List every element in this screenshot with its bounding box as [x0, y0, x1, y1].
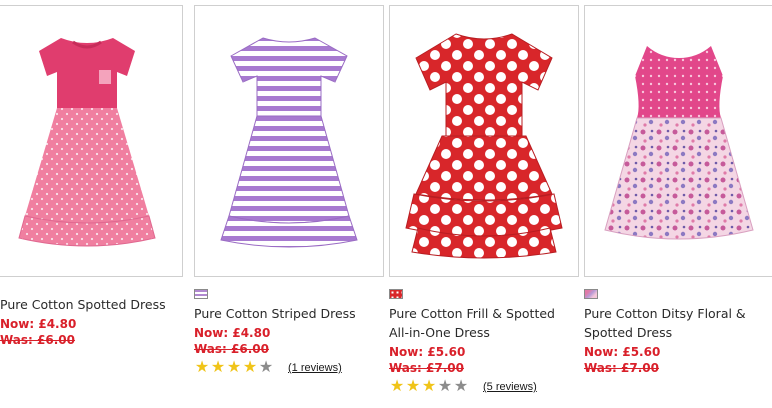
product-card[interactable]: Pure Cotton Frill & Spotted All-in-One D…	[389, 0, 579, 395]
was-price: Was: £7.00	[584, 361, 659, 375]
product-name-line: Pure Cotton Frill & Spotted	[389, 306, 555, 321]
now-price: Now: £4.80	[0, 317, 77, 331]
price-block: Now: £5.60 Was: £7.00	[584, 344, 772, 376]
price-block: Now: £4.80 Was: £6.00	[194, 325, 384, 357]
was-price: Was: £7.00	[389, 361, 464, 375]
product-name-line: All-in-One Dress	[389, 325, 490, 340]
star-icon: ★	[194, 359, 210, 376]
was-price: Was: £6.00	[0, 333, 75, 347]
was-price: Was: £6.00	[194, 342, 269, 356]
product-name[interactable]: Pure Cotton Ditsy Floral & Spotted Dress	[584, 304, 772, 342]
product-image-frame[interactable]	[194, 5, 384, 277]
product-name[interactable]: Pure Cotton Striped Dress	[194, 304, 384, 323]
reviews-link[interactable]: (5 reviews)	[483, 381, 537, 393]
product-card[interactable]: Pure Cotton Striped Dress Now: £4.80 Was…	[194, 0, 384, 376]
reviews-link[interactable]: (1 reviews)	[288, 362, 342, 374]
star-icon: ★	[389, 378, 405, 395]
product-name-line: Pure Cotton Ditsy Floral &	[584, 306, 746, 321]
product-image-frame[interactable]	[0, 5, 183, 277]
now-price: Now: £5.60	[584, 345, 661, 359]
product-image-frame[interactable]	[584, 5, 772, 277]
purple-striped-dress-image[interactable]	[201, 16, 377, 266]
star-rating: ★ ★ ★ ★ ★ (1 reviews)	[194, 360, 384, 376]
price-block: Now: £5.60 Was: £7.00	[389, 344, 579, 376]
star-icon: ★	[242, 359, 258, 376]
star-icon: ★	[258, 359, 274, 376]
price-block: Now: £4.80 Was: £6.00	[0, 316, 180, 348]
product-card[interactable]: Pure Cotton Spotted Dress Now: £4.80 Was…	[0, 0, 183, 348]
star-rating: ★ ★ ★ ★ ★ (5 reviews)	[389, 379, 579, 395]
product-name-line: Spotted Dress	[584, 325, 673, 340]
pink-floral-dress-image[interactable]	[591, 16, 767, 266]
star-icon: ★	[437, 378, 453, 395]
product-name[interactable]: Pure Cotton Spotted Dress	[0, 295, 180, 314]
red-polka-frill-dress-image[interactable]	[396, 16, 572, 266]
product-card[interactable]: Pure Cotton Ditsy Floral & Spotted Dress…	[584, 0, 772, 376]
star-icon: ★	[226, 359, 242, 376]
star-icon: ★	[421, 378, 437, 395]
product-image-frame[interactable]	[389, 5, 579, 277]
pink-spotted-dress-image[interactable]	[0, 16, 175, 266]
star-icon: ★	[405, 378, 421, 395]
now-price: Now: £5.60	[389, 345, 466, 359]
colour-swatch[interactable]	[194, 289, 208, 299]
colour-swatch[interactable]	[584, 289, 598, 299]
colour-swatch[interactable]	[389, 289, 403, 299]
now-price: Now: £4.80	[194, 326, 271, 340]
star-icon: ★	[453, 378, 469, 395]
star-icon: ★	[210, 359, 226, 376]
product-name[interactable]: Pure Cotton Frill & Spotted All-in-One D…	[389, 304, 579, 342]
